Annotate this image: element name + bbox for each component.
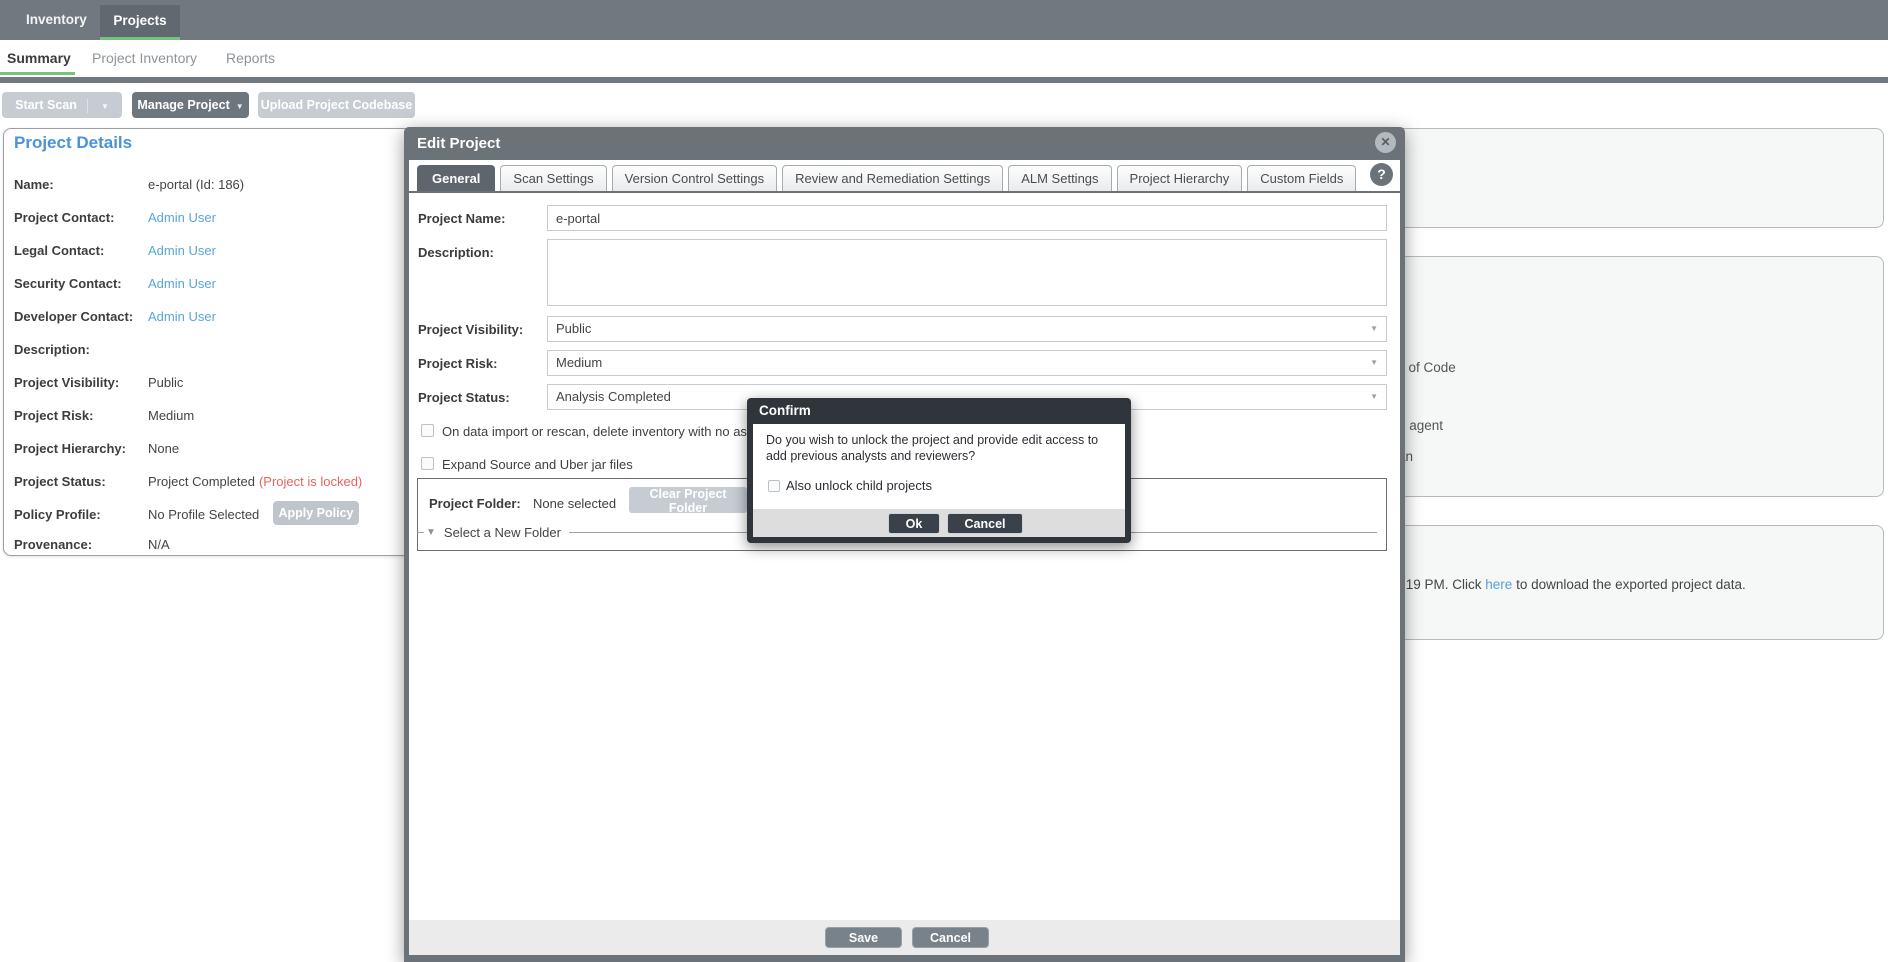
application-window: Inventory Projects Summary Project Inven… bbox=[0, 0, 1888, 962]
edit-project-tabstrip: General Scan Settings Version Control Se… bbox=[409, 164, 1400, 193]
confirm-dialog: Confirm Do you wish to unlock the projec… bbox=[747, 398, 1131, 543]
nav-tab-inventory[interactable]: Inventory bbox=[12, 0, 101, 40]
delete-inventory-checkbox-label: On data import or rescan, delete invento… bbox=[442, 424, 753, 439]
nav-tab-projects[interactable]: Projects bbox=[100, 5, 180, 40]
export-suffix: to download the exported project data. bbox=[1512, 577, 1745, 592]
subnav-divider bbox=[0, 77, 1888, 83]
project-details-title: Project Details bbox=[14, 133, 132, 153]
security-contact-link[interactable]: Admin User bbox=[148, 276, 216, 291]
hierarchy-label: Project Hierarchy: bbox=[14, 441, 126, 456]
policy-profile-label: Policy Profile: bbox=[14, 507, 101, 522]
modal-cancel-button[interactable]: Cancel bbox=[912, 927, 989, 948]
summary-active-underline bbox=[0, 72, 75, 75]
tab-alm-settings[interactable]: ALM Settings bbox=[1008, 165, 1111, 191]
delete-inventory-checkbox[interactable] bbox=[421, 424, 434, 437]
export-prefix: :19 PM. Click bbox=[1402, 577, 1485, 592]
sub-navbar: Summary Project Inventory Reports bbox=[0, 40, 1888, 77]
tab-review-remediation-settings[interactable]: Review and Remediation Settings bbox=[782, 165, 1003, 191]
risk-value: Medium bbox=[148, 408, 194, 423]
clear-project-folder-button[interactable]: Clear Project Folder bbox=[629, 487, 747, 513]
provenance-value: N/A bbox=[148, 537, 170, 552]
background-text-fragment: s of Code bbox=[1398, 360, 1456, 375]
developer-contact-link[interactable]: Admin User bbox=[148, 309, 216, 324]
export-status-line: :19 PM. Click here to download the expor… bbox=[1402, 577, 1746, 592]
chevron-down-icon: ▼ bbox=[236, 102, 244, 111]
tab-version-control-settings[interactable]: Version Control Settings bbox=[612, 165, 777, 191]
security-contact-label: Security Contact: bbox=[14, 276, 122, 291]
chevron-down-icon: ▼ bbox=[1370, 359, 1378, 367]
edit-project-modal-title: Edit Project bbox=[417, 135, 500, 152]
download-export-link[interactable]: here bbox=[1485, 577, 1512, 592]
select-new-folder-label: Select a New Folder bbox=[444, 525, 561, 540]
status-value: Project Completed (Project is locked) bbox=[148, 474, 362, 489]
start-scan-label: Start Scan bbox=[15, 98, 77, 112]
visibility-value: Public bbox=[148, 375, 183, 390]
expand-source-checkbox[interactable] bbox=[421, 457, 434, 470]
confirm-cancel-button[interactable]: Cancel bbox=[947, 513, 1023, 534]
upload-codebase-label: Upload Project Codebase bbox=[261, 98, 412, 112]
confirm-footer: Ok Cancel bbox=[753, 509, 1125, 537]
status-label: Project Status: bbox=[14, 474, 106, 489]
hierarchy-value: None bbox=[148, 441, 179, 456]
subnav-tab-reports[interactable]: Reports bbox=[226, 40, 275, 77]
tab-scan-settings[interactable]: Scan Settings bbox=[500, 165, 606, 191]
name-value: e-portal (Id: 186) bbox=[148, 177, 244, 192]
upload-codebase-button[interactable]: Upload Project Codebase bbox=[258, 92, 415, 118]
project-locked-note: (Project is locked) bbox=[259, 474, 362, 489]
name-label: Name: bbox=[14, 177, 54, 192]
project-folder-label: Project Folder: bbox=[429, 496, 521, 511]
project-contact-label: Project Contact: bbox=[14, 210, 114, 225]
unlock-child-projects-checkbox[interactable] bbox=[768, 480, 780, 492]
project-status-value: Analysis Completed bbox=[556, 389, 671, 404]
risk-label: Project Risk: bbox=[14, 408, 93, 423]
project-folder-value: None selected bbox=[533, 496, 616, 511]
project-risk-label: Project Risk: bbox=[418, 356, 497, 371]
legal-contact-link[interactable]: Admin User bbox=[148, 243, 216, 258]
subnav-tab-project-inventory[interactable]: Project Inventory bbox=[92, 40, 197, 77]
legal-contact-label: Legal Contact: bbox=[14, 243, 104, 258]
save-button[interactable]: Save bbox=[825, 927, 902, 948]
project-name-label: Project Name: bbox=[418, 211, 505, 226]
unlock-child-projects-label: Also unlock child projects bbox=[786, 478, 932, 493]
expand-source-checkbox-label: Expand Source and Uber jar files bbox=[442, 457, 633, 472]
provenance-label: Provenance: bbox=[14, 537, 92, 552]
chevron-down-icon: ▼ bbox=[1370, 325, 1378, 333]
project-risk-select[interactable]: Medium ▼ bbox=[547, 350, 1387, 376]
description-textarea[interactable] bbox=[547, 239, 1387, 306]
confirm-dialog-title: Confirm bbox=[759, 403, 811, 418]
chevron-down-icon: ▼ bbox=[1370, 393, 1378, 401]
chevron-down-icon: ▼ bbox=[101, 102, 109, 111]
visibility-label: Project Visibility: bbox=[14, 375, 119, 390]
project-visibility-select[interactable]: Public ▼ bbox=[547, 316, 1387, 342]
ok-button[interactable]: Ok bbox=[888, 513, 940, 534]
manage-project-label: Manage Project bbox=[137, 98, 229, 112]
tab-custom-fields[interactable]: Custom Fields bbox=[1247, 165, 1356, 191]
start-scan-button[interactable]: Start Scan ▼ bbox=[2, 92, 122, 118]
developer-contact-label: Developer Contact: bbox=[14, 309, 133, 324]
project-name-input[interactable] bbox=[547, 205, 1387, 231]
project-contact-link[interactable]: Admin User bbox=[148, 210, 216, 225]
status-text: Project Completed bbox=[148, 474, 255, 489]
description-field-label: Description: bbox=[418, 245, 494, 260]
manage-project-button[interactable]: Manage Project ▼ bbox=[132, 92, 249, 118]
triangle-down-icon[interactable]: ▼ bbox=[426, 527, 436, 538]
project-visibility-label: Project Visibility: bbox=[418, 322, 523, 337]
top-navbar: Inventory Projects bbox=[0, 0, 1888, 40]
legend-dash bbox=[417, 532, 424, 533]
project-status-label: Project Status: bbox=[418, 390, 510, 405]
help-icon[interactable]: ? bbox=[1370, 163, 1393, 186]
tab-general[interactable]: General bbox=[417, 165, 495, 191]
project-risk-value: Medium bbox=[556, 355, 602, 370]
description-label: Description: bbox=[14, 342, 90, 357]
apply-policy-button[interactable]: Apply Policy bbox=[273, 501, 359, 525]
split-divider bbox=[87, 99, 88, 113]
close-icon[interactable]: ✕ bbox=[1375, 132, 1396, 153]
tab-project-hierarchy[interactable]: Project Hierarchy bbox=[1117, 165, 1243, 191]
confirm-message: Do you wish to unlock the project and pr… bbox=[766, 432, 1114, 464]
policy-profile-value: No Profile Selected bbox=[148, 507, 259, 522]
project-visibility-value: Public bbox=[556, 321, 591, 336]
confirm-dialog-body: Do you wish to unlock the project and pr… bbox=[753, 424, 1125, 509]
